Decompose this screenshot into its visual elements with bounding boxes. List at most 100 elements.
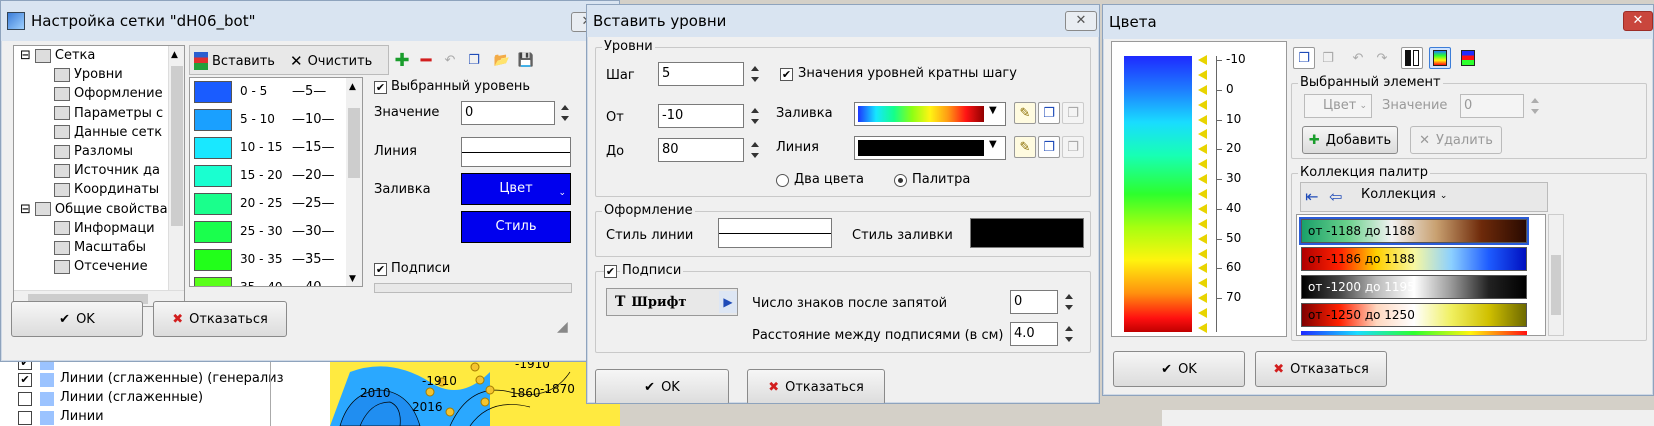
scale-marker-icon[interactable] <box>1198 174 1207 185</box>
scroll-down-icon[interactable]: ▼ <box>349 274 356 284</box>
scale-marker-icon[interactable] <box>1198 84 1207 95</box>
palette-item[interactable]: от -1188 до 1188 <box>1299 217 1529 245</box>
level-row[interactable]: 0 - 5 —5— <box>190 78 358 106</box>
copy-icon[interactable]: ❐ <box>1038 136 1060 158</box>
paste-icon[interactable]: ❐ <box>1062 136 1084 158</box>
fill-color-button[interactable]: Цвет ⌄ <box>461 173 571 205</box>
layer-label[interactable]: Линии <box>60 409 104 424</box>
value-input[interactable]: 0 <box>461 101 555 125</box>
spacing-spinner[interactable] <box>1060 322 1078 346</box>
scale-marker-icon[interactable] <box>1198 114 1207 125</box>
scale-marker-icon[interactable] <box>1198 218 1207 229</box>
level-row[interactable]: 10 - 15 —15— <box>190 134 358 162</box>
two-colors-radio[interactable] <box>776 174 789 187</box>
labels-font-strip[interactable] <box>374 283 572 293</box>
layer-checkbox[interactable] <box>18 392 32 406</box>
from-input[interactable]: -10 <box>658 104 744 128</box>
step-spinner[interactable] <box>746 62 764 86</box>
palette-item[interactable]: от -1186 до 1188 <box>1301 247 1527 271</box>
scroll-thumb[interactable] <box>171 66 183 226</box>
level-row[interactable]: 5 - 10 —10— <box>190 106 358 134</box>
layer-checkbox[interactable]: ✔ <box>18 362 32 370</box>
line-style-preview[interactable] <box>718 218 832 248</box>
layer-checkbox[interactable]: ✔ <box>18 373 32 387</box>
tree-item[interactable]: ⊟ Сетка <box>20 46 95 65</box>
scale-marker-icon[interactable] <box>1198 99 1207 110</box>
scale-marker-icon[interactable] <box>1198 69 1207 80</box>
ok-button[interactable]: ✔ OK <box>595 369 729 403</box>
level-row[interactable]: 30 - 35 —35— <box>190 246 358 274</box>
resize-grip-icon[interactable]: ◢ <box>557 319 568 335</box>
tree-item[interactable]: Разломы <box>54 142 133 161</box>
ok-button[interactable]: ✔ OK <box>11 301 143 337</box>
scale-marker-icon[interactable] <box>1198 129 1207 140</box>
open-folder-icon[interactable]: 📂 <box>491 49 513 71</box>
copy-icon[interactable]: ❐ <box>1038 102 1060 124</box>
decimals-input[interactable]: 0 <box>1010 290 1058 314</box>
cancel-button[interactable]: ✖ Отказаться <box>153 301 287 337</box>
save-icon[interactable]: 💾 <box>515 49 537 71</box>
value-spinner[interactable] <box>1526 94 1544 118</box>
scale-marker-icon[interactable] <box>1198 248 1207 259</box>
value-input[interactable]: 0 <box>1460 94 1524 118</box>
scroll-up-icon[interactable]: ▲ <box>171 50 178 60</box>
fill-style-button[interactable]: Стиль <box>461 211 571 243</box>
palette-item[interactable]: от -1250 до 1250 <box>1301 303 1527 327</box>
collapse-icon[interactable]: ⊟ <box>20 202 31 217</box>
tree-item[interactable]: Масштабы <box>54 238 146 257</box>
fill-palette-select[interactable]: ▼ <box>854 102 1006 126</box>
decimals-spinner[interactable] <box>1060 290 1078 314</box>
scroll-thumb[interactable] <box>348 108 360 178</box>
ok-button[interactable]: ✔ OK <box>1113 351 1245 387</box>
collapse-icon[interactable]: ⊟ <box>20 48 31 63</box>
scale-marker-icon[interactable] <box>1198 278 1207 289</box>
scale-marker-icon[interactable] <box>1198 144 1207 155</box>
tree-item[interactable]: Оформление <box>54 84 163 103</box>
scale-marker-icon[interactable] <box>1198 263 1207 274</box>
palette-icon[interactable] <box>1457 47 1479 69</box>
color-gradient[interactable] <box>1124 56 1192 332</box>
fill-style-preview[interactable] <box>970 218 1084 248</box>
to-spinner[interactable] <box>746 138 764 162</box>
arrow-left-icon[interactable]: ⇦ <box>1329 187 1342 206</box>
remove-icon[interactable]: ━ <box>415 49 437 71</box>
tree-item[interactable]: Параметры с <box>54 104 163 123</box>
insert-button[interactable]: Вставить <box>194 50 275 72</box>
paste-icon[interactable]: ❐ <box>1062 102 1084 124</box>
close-button[interactable]: ✕ <box>1065 11 1097 31</box>
gradient-icon[interactable] <box>1429 47 1451 69</box>
scale-marker-icon[interactable] <box>1198 55 1207 65</box>
tree-item[interactable]: Координаты <box>54 180 159 199</box>
layer-checkbox[interactable] <box>18 411 32 425</box>
delete-button[interactable]: ✕ Удалить <box>1410 126 1502 154</box>
palette-radio[interactable] <box>894 174 907 187</box>
spacing-input[interactable]: 4.0 <box>1010 322 1058 346</box>
clear-button[interactable]: ✕ Очистить <box>290 50 372 72</box>
from-spinner[interactable] <box>746 104 764 128</box>
paste-icon[interactable]: ❐ <box>1317 47 1339 69</box>
collection-button[interactable]: Коллекция ⌄ <box>1361 187 1447 202</box>
tree-item[interactable]: ⊟ Общие свойства <box>20 200 168 219</box>
close-button[interactable]: ✕ <box>1623 11 1653 31</box>
undo-icon[interactable]: ↶ <box>439 49 461 71</box>
line-palette-select[interactable]: ▼ <box>854 136 1006 160</box>
level-row[interactable]: 35 - 40 —40— <box>190 274 358 286</box>
font-button[interactable]: T Шрифт ▶ <box>606 288 738 316</box>
level-row[interactable]: 15 - 20 —20— <box>190 162 358 190</box>
map-view[interactable]: -1910 2010 -1870 1860 2016 -1910 <box>330 362 620 426</box>
tree-item[interactable]: Информаци <box>54 219 155 238</box>
edit-pencil-icon[interactable]: ✎ <box>1014 102 1036 124</box>
copy-icon[interactable]: ❐ <box>1293 47 1315 69</box>
scale-marker-icon[interactable] <box>1198 203 1207 214</box>
selected-level-checkbox[interactable]: ✔ <box>374 81 387 94</box>
labels-checkbox[interactable]: ✔ <box>604 265 617 278</box>
labels-checkbox[interactable]: ✔ <box>374 263 387 276</box>
undo-icon[interactable]: ↶ <box>1347 47 1369 69</box>
multiple-checkbox[interactable]: ✔ <box>780 68 793 81</box>
scroll-thumb[interactable] <box>1551 255 1561 315</box>
tree-vscrollbar[interactable]: ▲ <box>168 46 184 290</box>
levels-vscrollbar[interactable]: ▲ ▼ <box>346 78 362 286</box>
color-select[interactable]: Цвет ⌄ <box>1304 94 1372 118</box>
level-row[interactable]: 20 - 25 —25— <box>190 190 358 218</box>
copy-icon[interactable]: ❐ <box>463 49 485 71</box>
